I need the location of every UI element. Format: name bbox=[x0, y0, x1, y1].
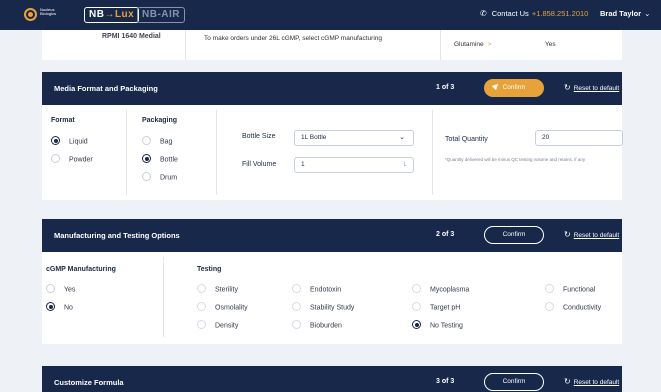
cgmp-title: cGMP Manufacturing bbox=[46, 266, 116, 273]
divider bbox=[185, 30, 186, 60]
radio-icon bbox=[292, 320, 301, 329]
radio-icon bbox=[292, 302, 301, 311]
divider bbox=[440, 30, 441, 60]
user-menu[interactable]: Brad Taylor ⌄ bbox=[600, 9, 650, 18]
packaging-option-bottle[interactable]: Bottle bbox=[142, 154, 178, 164]
testing-option-conductivity[interactable]: Conductivity bbox=[545, 302, 601, 312]
phone-icon: ✆ bbox=[480, 9, 487, 18]
contact-us-link[interactable]: ✆ Contact Us +1.858.251.2010 bbox=[480, 9, 588, 18]
testing-option-mycoplasma[interactable]: Mycoplasma bbox=[412, 284, 469, 294]
radio-icon bbox=[197, 302, 206, 311]
radio-selected-icon bbox=[46, 302, 55, 311]
format-option-powder[interactable]: Powder bbox=[51, 154, 93, 164]
radio-selected-icon bbox=[412, 320, 421, 329]
customize-formula-header: Customize Formula 3 of 3 Confirm ↻ Reset … bbox=[42, 366, 622, 392]
reset-to-default-link[interactable]: ↻ Reset to default bbox=[564, 83, 619, 92]
chevron-down-icon: ⌄ bbox=[399, 134, 405, 141]
radio-icon bbox=[412, 284, 421, 293]
cgmp-note: To make orders under 26L cGMP, select cG… bbox=[204, 35, 382, 42]
packaging-option-bag[interactable]: Bag bbox=[142, 136, 172, 146]
section-title: Manufacturing and Testing Options bbox=[54, 231, 180, 240]
chevron-down-icon: ⌄ bbox=[644, 9, 651, 18]
testing-option-target-ph[interactable]: Target pH bbox=[412, 302, 460, 312]
media-format-header: Media Format and Packaging 1 of 3 Confir… bbox=[42, 72, 622, 105]
nucleus-biologics-logo[interactable]: Nucleus Biologics bbox=[24, 7, 64, 22]
radio-icon bbox=[292, 284, 301, 293]
bottle-size-select[interactable]: 1L Bottle ⌄ bbox=[294, 130, 414, 146]
divider bbox=[432, 110, 433, 195]
bottle-size-label: Bottle Size bbox=[242, 133, 276, 140]
glutamine-label: Glutamine > bbox=[454, 41, 492, 48]
fill-volume-unit: L bbox=[403, 161, 407, 168]
user-name: Brad Taylor bbox=[600, 9, 642, 18]
divider bbox=[216, 110, 217, 195]
nb-lux-tab[interactable]: NB→Lux bbox=[84, 7, 140, 23]
glutamine-value: Yes bbox=[545, 41, 556, 48]
radio-icon bbox=[46, 284, 55, 293]
radio-icon bbox=[142, 172, 151, 181]
step-indicator: 1 of 3 bbox=[436, 84, 455, 91]
testing-option-stability-study[interactable]: Stability Study bbox=[292, 302, 354, 312]
format-title: Format bbox=[51, 117, 75, 124]
confirm-button[interactable]: Confirm bbox=[484, 373, 544, 391]
top-navigation-bar: Nucleus Biologics NB→Lux NB-AIR ✆ Contact… bbox=[0, 0, 661, 30]
section-title: Media Format and Packaging bbox=[54, 84, 158, 93]
total-quantity-input[interactable]: 20 bbox=[535, 130, 623, 146]
nb-air-tab[interactable]: NB-AIR bbox=[137, 7, 185, 23]
radio-icon bbox=[142, 136, 151, 145]
media-name: RPMI 1640 Medial bbox=[102, 33, 161, 40]
reset-to-default-link[interactable]: ↻ Reset to default bbox=[564, 230, 619, 239]
media-summary-card: RPMI 1640 Medial To make orders under 26… bbox=[42, 30, 622, 60]
section-title: Customize Formula bbox=[54, 378, 124, 387]
testing-option-no-testing[interactable]: No Testing bbox=[412, 320, 463, 330]
reset-icon: ↻ bbox=[564, 83, 571, 92]
testing-option-bioburden[interactable]: Bioburden bbox=[292, 320, 342, 330]
testing-option-osmolality[interactable]: Osmolality bbox=[197, 302, 248, 312]
step-indicator: 3 of 3 bbox=[436, 378, 455, 385]
testing-option-sterility[interactable]: Sterility bbox=[197, 284, 238, 294]
fill-volume-input[interactable]: 1L bbox=[294, 157, 414, 173]
reset-to-default-link[interactable]: ↻ Reset to default bbox=[564, 377, 619, 386]
radio-icon bbox=[197, 320, 206, 329]
brand-lux-arrow: → bbox=[104, 9, 115, 20]
step-indicator: 2 of 3 bbox=[436, 231, 455, 238]
radio-icon bbox=[412, 302, 421, 311]
brand-lux-prefix: NB bbox=[89, 9, 105, 20]
manufacturing-body: cGMP Manufacturing Yes No Testing Steril… bbox=[42, 252, 622, 344]
packaging-option-drum[interactable]: Drum bbox=[142, 172, 177, 182]
fill-volume-label: Fill Volume bbox=[242, 161, 277, 168]
cgmp-option-yes[interactable]: Yes bbox=[46, 284, 75, 294]
format-option-liquid[interactable]: Liquid bbox=[51, 136, 88, 146]
divider bbox=[163, 257, 164, 337]
quantity-note: *Quantity delivered will be minus QC tes… bbox=[445, 157, 586, 162]
testing-option-endotoxin[interactable]: Endotoxin bbox=[292, 284, 341, 294]
contact-label: Contact Us bbox=[491, 9, 529, 18]
packaging-title: Packaging bbox=[142, 117, 178, 124]
manufacturing-header: Manufacturing and Testing Options 2 of 3… bbox=[42, 219, 622, 252]
radio-icon bbox=[51, 154, 60, 163]
radio-icon bbox=[545, 302, 554, 311]
cgmp-option-no[interactable]: No bbox=[46, 302, 73, 312]
divider bbox=[126, 110, 127, 195]
confirm-button[interactable]: Confirm bbox=[484, 226, 544, 244]
radio-selected-icon bbox=[51, 136, 60, 145]
logo-text: Nucleus Biologics bbox=[40, 7, 57, 17]
brand-lux-suffix: Lux bbox=[114, 9, 135, 20]
contact-phone: +1.858.251.2010 bbox=[531, 9, 589, 18]
testing-option-functional[interactable]: Functional bbox=[545, 284, 595, 294]
total-quantity-label: Total Quantity bbox=[445, 136, 488, 143]
reset-icon: ↻ bbox=[564, 377, 571, 386]
testing-title: Testing bbox=[197, 266, 222, 273]
reset-icon: ↻ bbox=[564, 230, 571, 239]
logo-mark-icon bbox=[24, 8, 37, 21]
radio-selected-icon bbox=[142, 154, 151, 163]
testing-option-density[interactable]: Density bbox=[197, 320, 238, 330]
radio-icon bbox=[545, 284, 554, 293]
media-format-body: Format Liquid Powder Packaging Bag Bottl… bbox=[42, 105, 623, 200]
radio-icon bbox=[197, 284, 206, 293]
